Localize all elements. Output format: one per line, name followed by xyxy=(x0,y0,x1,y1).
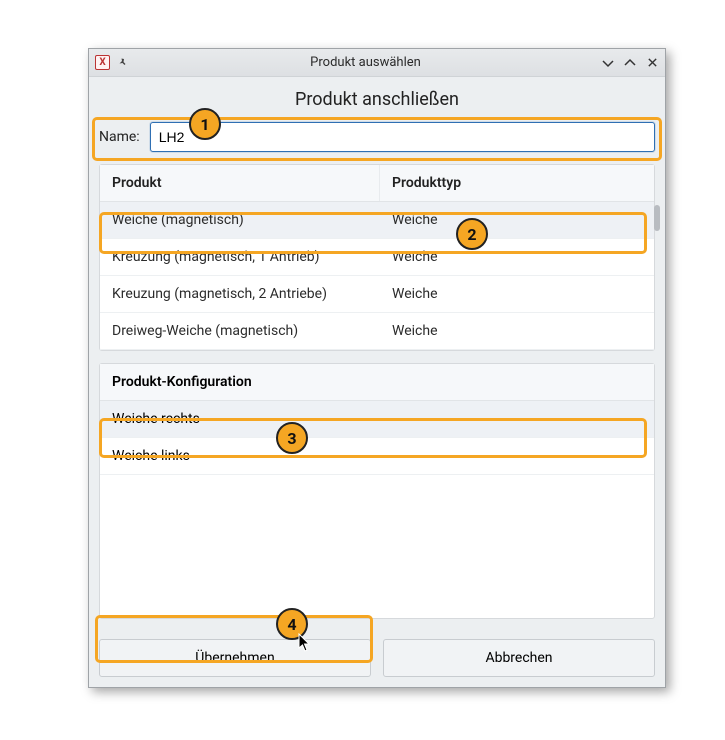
td-type: Weiche xyxy=(380,313,654,349)
config-row[interactable]: Weiche links xyxy=(100,438,654,475)
td-type: Weiche xyxy=(380,202,654,238)
td-product: Kreuzung (magnetisch, 2 Antriebe) xyxy=(100,276,380,312)
cancel-button[interactable]: Abbrechen xyxy=(383,639,655,677)
td-product: Dreiweg-Weiche (magnetisch) xyxy=(100,313,380,349)
window-title: Produkt auswählen xyxy=(130,55,601,70)
name-input[interactable] xyxy=(150,122,655,152)
minimize-icon[interactable] xyxy=(601,56,615,70)
th-type: Produkttyp xyxy=(380,165,654,201)
cursor-icon xyxy=(298,633,312,653)
button-row: Übernehmen Abbrechen xyxy=(99,639,655,677)
td-type: Weiche xyxy=(380,239,654,275)
scrollbar-thumb[interactable] xyxy=(654,205,660,231)
config-row[interactable]: Weiche rechts xyxy=(100,401,654,438)
name-label: Name: xyxy=(99,129,140,145)
table-header: Produkt Produkttyp xyxy=(100,165,654,202)
dialog-window: X Produkt auswählen Produkt anschließen … xyxy=(88,48,666,688)
td-product: Kreuzung (magnetisch, 1 Antrieb) xyxy=(100,239,380,275)
pin-icon[interactable] xyxy=(116,56,130,70)
callout-3: 3 xyxy=(276,422,308,454)
app-icon: X xyxy=(95,55,110,70)
config-header: Produkt-Konfiguration xyxy=(100,364,654,401)
product-table: Produkt Produkttyp Weiche (magnetisch) W… xyxy=(99,164,655,351)
table-row[interactable]: Kreuzung (magnetisch, 2 Antriebe) Weiche xyxy=(100,276,654,313)
table-row[interactable]: Weiche (magnetisch) Weiche xyxy=(100,202,654,239)
maximize-icon[interactable] xyxy=(623,56,637,70)
th-product: Produkt xyxy=(100,165,380,201)
titlebar: X Produkt auswählen xyxy=(89,49,665,77)
table-row[interactable]: Dreiweg-Weiche (magnetisch) Weiche xyxy=(100,313,654,350)
config-table: Produkt-Konfiguration Weiche rechts Weic… xyxy=(99,363,655,619)
td-type: Weiche xyxy=(380,276,654,312)
page-title: Produkt anschließen xyxy=(99,89,655,110)
callout-2: 2 xyxy=(456,218,488,250)
name-row: Name: xyxy=(99,122,655,152)
callout-1: 1 xyxy=(189,108,221,140)
content-area: Produkt anschließen Name: Produkt Produk… xyxy=(89,77,665,687)
apply-button[interactable]: Übernehmen xyxy=(99,639,371,677)
table-row[interactable]: Kreuzung (magnetisch, 1 Antrieb) Weiche xyxy=(100,239,654,276)
close-icon[interactable] xyxy=(645,56,659,70)
td-product: Weiche (magnetisch) xyxy=(100,202,380,238)
